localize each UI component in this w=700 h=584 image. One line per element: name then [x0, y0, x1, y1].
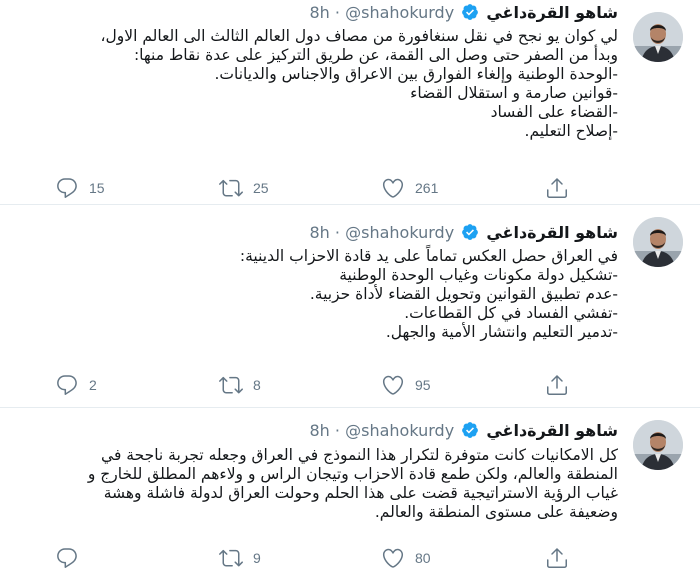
reply-button[interactable]: [55, 546, 89, 570]
timestamp[interactable]: 8h: [310, 421, 330, 440]
retweet-count: 8: [253, 377, 261, 393]
tweet-text-line: لي كوان يو نجح في نقل سنغافورة من مصاف د…: [100, 27, 619, 45]
timestamp[interactable]: 8h: [310, 3, 330, 22]
like-button[interactable]: 80: [381, 546, 431, 570]
tweet-actions: 2 8 95: [55, 373, 575, 397]
display-name[interactable]: شاهو القرةداغي: [486, 3, 618, 22]
display-name[interactable]: شاهو القرةداغي: [486, 421, 618, 440]
tweet[interactable]: شاهو القرةداغي @shahokurdy · 8h في العرا…: [0, 205, 700, 408]
tweet-text-line: -القضاء على الفساد: [490, 103, 618, 121]
share-icon: [547, 548, 567, 568]
tweet-header: شاهو القرةداغي @shahokurdy · 8h: [310, 3, 619, 23]
tweet[interactable]: شاهو القرةداغي @shahokurdy · 8h كل الامك…: [0, 408, 700, 584]
like-count: 261: [415, 180, 439, 196]
reply-icon: [57, 548, 77, 568]
display-name[interactable]: شاهو القرةداغي: [486, 223, 618, 242]
like-count: 80: [415, 550, 431, 566]
reply-icon: [57, 178, 77, 198]
like-button[interactable]: 95: [381, 373, 431, 397]
user-handle[interactable]: @shahokurdy: [345, 3, 454, 22]
tweet-text-line: وبدأ من الصفر حتى وصل الى القمة، عن طريق…: [133, 46, 618, 64]
reply-count: 15: [89, 180, 105, 196]
like-icon: [382, 548, 404, 568]
like-button[interactable]: 261: [381, 176, 438, 200]
avatar-photo: [633, 12, 683, 62]
retweet-button[interactable]: 8: [219, 373, 261, 397]
tweet-text-line: -إصلاح التعليم.: [524, 122, 618, 140]
tweet[interactable]: شاهو القرةداغي @shahokurdy · 8h لي كوان …: [0, 0, 700, 205]
tweet-text: كل الامكانيات كانت متوفرة لتكرار هذا الن…: [18, 446, 618, 522]
timestamp[interactable]: 8h: [310, 223, 330, 242]
user-handle[interactable]: @shahokurdy: [345, 421, 454, 440]
tweet-header: شاهو القرةداغي @shahokurdy · 8h: [310, 421, 619, 441]
tweet-text-line: -قوانين صارمة و استقلال القضاء: [410, 84, 618, 102]
share-button[interactable]: [545, 546, 569, 570]
tweet-text-line: المنطقة والعالم، ولكن طمع قادة الاحزاب و…: [87, 465, 618, 483]
tweet-header: شاهو القرةداغي @shahokurdy · 8h: [310, 223, 619, 243]
share-icon: [547, 178, 567, 198]
retweet-button[interactable]: 25: [219, 176, 269, 200]
retweet-button[interactable]: 9: [219, 546, 261, 570]
retweet-icon: [219, 549, 243, 567]
tweet-text-line: -تفشي الفساد في كل القطاعات.: [404, 304, 618, 322]
tweet-text-line: في العراق حصل العكس تماماً على يد قادة ا…: [239, 247, 618, 265]
tweet-text-line: -الوحدة الوطنية وإلغاء الفوارق بين الاعر…: [214, 65, 618, 83]
verified-badge-icon: [462, 224, 479, 240]
tweet-actions: 15 25 261: [55, 176, 575, 200]
tweet-text: في العراق حصل العكس تماماً على يد قادة ا…: [18, 247, 618, 342]
avatar[interactable]: [633, 12, 683, 62]
reply-icon: [57, 375, 77, 395]
separator-dot: ·: [334, 3, 341, 22]
share-icon: [547, 375, 567, 395]
tweet-text-line: غياب الرؤية الاستراتيجية قضت على هذا الح…: [103, 484, 618, 502]
tweet-actions: 9 80: [55, 546, 575, 570]
verified-badge-icon: [462, 4, 479, 20]
separator-dot: ·: [334, 421, 341, 440]
tweet-text-line: -عدم تطبيق القوانين وتحويل القضاء لأداة …: [309, 285, 618, 303]
avatar[interactable]: [633, 420, 683, 470]
tweet-text-line: -تدمير التعليم وانتشار الأمية والجهل.: [385, 323, 618, 341]
share-button[interactable]: [545, 373, 569, 397]
avatar-photo: [633, 217, 683, 267]
retweet-count: 25: [253, 180, 269, 196]
verified-badge-icon: [462, 422, 479, 438]
tweet-text-line: كل الامكانيات كانت متوفرة لتكرار هذا الن…: [101, 446, 618, 464]
tweet-text-line: -تشكيل دولة مكونات وغياب الوحدة الوطنية: [339, 266, 618, 284]
reply-button[interactable]: 15: [55, 176, 105, 200]
separator-dot: ·: [334, 223, 341, 242]
retweet-count: 9: [253, 550, 261, 566]
retweet-icon: [219, 376, 243, 394]
like-icon: [382, 375, 404, 395]
share-button[interactable]: [545, 176, 569, 200]
retweet-icon: [219, 179, 243, 197]
like-count: 95: [415, 377, 431, 393]
user-handle[interactable]: @shahokurdy: [345, 223, 454, 242]
reply-count: 2: [89, 377, 97, 393]
avatar[interactable]: [633, 217, 683, 267]
like-icon: [382, 178, 404, 198]
avatar-photo: [633, 420, 683, 470]
tweet-text-line: وضعيفة على مستوى المنطقة والعالم.: [374, 503, 618, 521]
reply-button[interactable]: 2: [55, 373, 97, 397]
tweet-text: لي كوان يو نجح في نقل سنغافورة من مصاف د…: [18, 27, 619, 141]
